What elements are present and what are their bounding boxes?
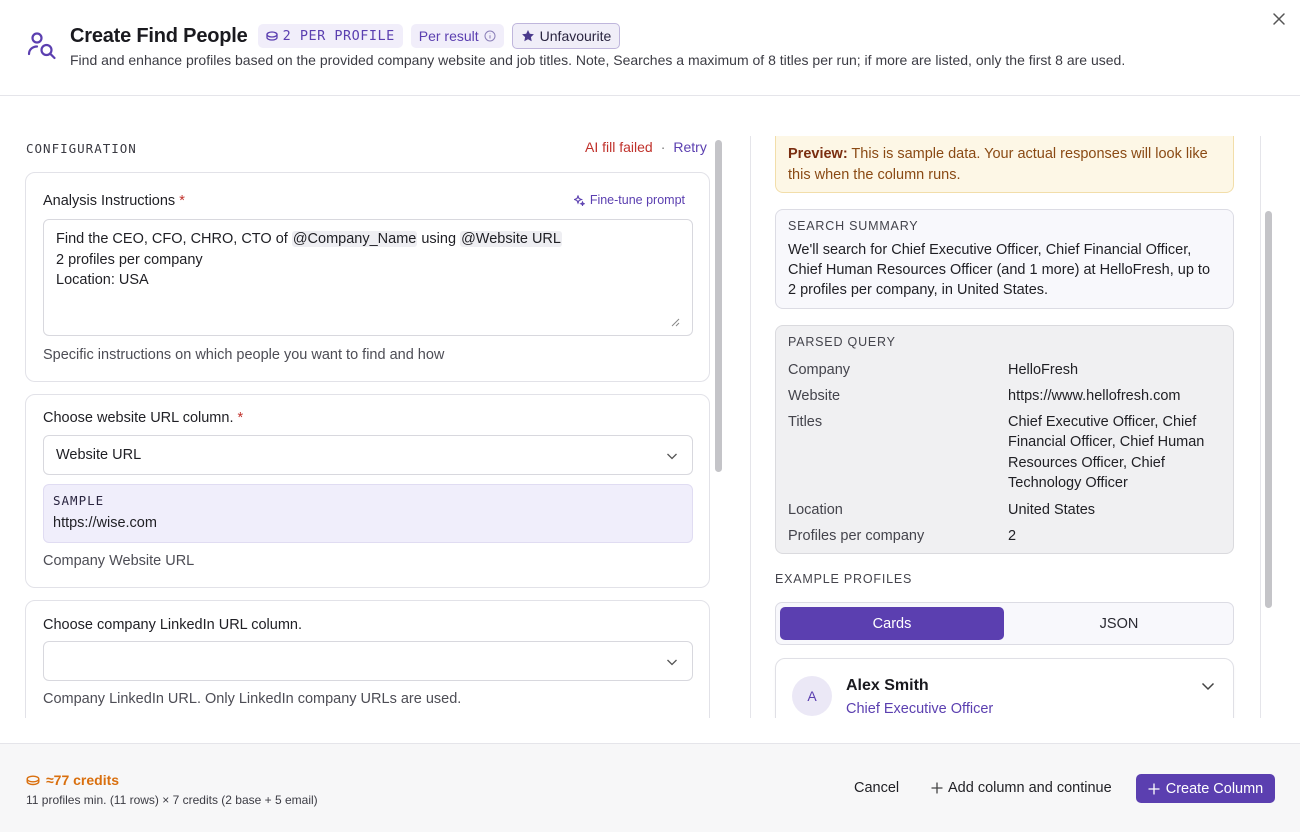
dialog-subtitle: Find and enhance profiles based on the p… <box>70 52 1126 68</box>
instructions-line-1: Find the CEO, CFO, CHRO, CTO of @Company… <box>56 229 680 250</box>
website-url-select[interactable]: Website URL <box>43 435 693 475</box>
fine-tune-prompt-label: Fine-tune prompt <box>589 193 685 207</box>
coin-icon <box>26 775 40 785</box>
cost-badge: 2 PER PROFILE <box>257 24 403 48</box>
ai-fill-failed-text: AI fill failed <box>585 139 653 155</box>
preview-notice-bold: Preview: <box>788 146 848 162</box>
column-divider <box>1260 136 1261 718</box>
search-summary-text: We'll search for Chief Executive Officer… <box>788 242 1211 298</box>
info-icon <box>484 30 496 42</box>
instructions-text: using <box>417 231 461 247</box>
profile-name: Alex Smith <box>846 677 929 694</box>
status-separator: · <box>660 139 666 155</box>
credits-estimate: ≈77 credits <box>26 772 119 788</box>
analysis-instructions-label: Analysis Instructions * <box>43 193 185 209</box>
analysis-instructions-card: Analysis Instructions * Fine-tune prompt… <box>25 172 710 382</box>
cancel-button[interactable]: Cancel <box>854 780 899 796</box>
company-name-mention: @Company_Name <box>291 231 418 247</box>
website-url-card: Choose website URL column. * Website URL… <box>25 394 710 588</box>
tab-cards[interactable]: Cards <box>780 607 1004 640</box>
sparkle-icon <box>573 194 585 206</box>
sample-preview: SAMPLE https://wise.com <box>43 484 693 543</box>
parsed-key: Titles <box>788 414 823 430</box>
required-mark: * <box>237 410 244 426</box>
retry-link[interactable]: Retry <box>673 139 706 155</box>
profile-card[interactable]: A Alex Smith Chief Executive Officer <box>775 658 1234 718</box>
unfavourite-label: Unfavourite <box>539 28 612 44</box>
website-url-label-text: Choose website URL column. <box>43 410 234 426</box>
close-icon[interactable] <box>1270 10 1288 28</box>
parsed-key: Company <box>788 362 851 378</box>
parsed-value: https://www.hellofresh.com <box>1008 388 1181 404</box>
configuration-panel: CONFIGURATION AI fill failed · Retry Ana… <box>0 96 724 718</box>
sample-label: SAMPLE <box>53 493 105 508</box>
parsed-key: Location <box>788 502 843 518</box>
instructions-line-3: Location: USA <box>56 272 149 288</box>
chevron-down-icon[interactable] <box>1201 679 1215 693</box>
chevron-down-icon <box>667 659 677 666</box>
add-column-and-continue-button[interactable]: Add column and continue <box>931 780 1112 796</box>
parsed-query: PARSED QUERY Company HelloFresh Website … <box>775 325 1234 554</box>
unfavourite-button[interactable]: Unfavourite <box>511 23 621 49</box>
search-summary: SEARCH SUMMARY We'll search for Chief Ex… <box>775 209 1234 309</box>
analysis-instructions-label-text: Analysis Instructions <box>43 193 176 209</box>
website-url-selected: Website URL <box>56 447 142 463</box>
per-result-badge[interactable]: Per result <box>410 24 504 48</box>
plus-icon <box>1148 782 1160 795</box>
credits-label: ≈77 credits <box>46 772 120 788</box>
ai-fill-status: AI fill failed · Retry <box>585 139 707 155</box>
tab-json[interactable]: JSON <box>1008 607 1230 640</box>
cost-badge-label: 2 PER PROFILE <box>282 28 395 44</box>
chevron-down-icon <box>667 453 677 460</box>
preview-notice-text: This is sample data. Your actual respons… <box>788 146 1208 183</box>
parsed-key: Website <box>788 388 841 404</box>
analysis-instructions-help: Specific instructions on which people yo… <box>43 347 445 363</box>
fine-tune-prompt-button[interactable]: Fine-tune prompt <box>573 193 685 207</box>
per-result-label: Per result <box>418 28 479 44</box>
dialog-header: Create Find People 2 PER PROFILE Per res… <box>0 0 1300 96</box>
website-url-mention: @Website URL <box>460 231 562 247</box>
star-icon <box>521 30 534 42</box>
parsed-value: United States <box>1008 502 1096 518</box>
resize-handle-icon[interactable] <box>671 318 680 327</box>
example-profiles-heading: EXAMPLE PROFILES <box>775 572 913 586</box>
parsed-query-heading: PARSED QUERY <box>788 335 896 349</box>
parsed-value: Chief Executive Officer, Chief Financial… <box>1008 414 1205 491</box>
find-people-icon <box>27 32 56 60</box>
linkedin-url-help: Company LinkedIn URL. Only LinkedIn comp… <box>43 691 462 707</box>
parsed-value: 2 <box>1008 528 1017 544</box>
coin-icon <box>265 31 278 41</box>
add-column-label: Add column and continue <box>948 780 1112 796</box>
instructions-text: Find the CEO, CFO, CHRO, CTO of <box>56 231 292 247</box>
configuration-heading: CONFIGURATION <box>26 141 137 156</box>
parsed-value: HelloFresh <box>1008 362 1079 378</box>
view-toggle: Cards JSON <box>775 602 1234 645</box>
sample-value: https://wise.com <box>53 515 157 531</box>
website-url-label: Choose website URL column. * <box>43 410 243 426</box>
right-scrollbar[interactable] <box>1265 211 1272 608</box>
avatar: A <box>792 676 832 716</box>
linkedin-url-label: Choose company LinkedIn URL column. <box>43 617 302 633</box>
credits-detail: 11 profiles min. (11 rows) × 7 credits (… <box>26 793 318 807</box>
create-column-label: Create Column <box>1165 780 1264 797</box>
parsed-key: Profiles per company <box>788 528 925 544</box>
left-scrollbar[interactable] <box>715 140 722 472</box>
preview-notice: Preview: This is sample data. Your actua… <box>775 136 1234 193</box>
analysis-instructions-input[interactable]: Find the CEO, CFO, CHRO, CTO of @Company… <box>43 219 693 336</box>
linkedin-url-select[interactable] <box>43 641 693 681</box>
linkedin-url-card: Choose company LinkedIn URL column. Comp… <box>25 600 710 718</box>
search-summary-heading: SEARCH SUMMARY <box>788 219 919 233</box>
dialog-title: Create Find People <box>70 24 248 47</box>
dialog-footer: ≈77 credits 11 profiles min. (11 rows) ×… <box>0 743 1300 832</box>
instructions-line-2: 2 profiles per company <box>56 251 203 268</box>
profile-role: Chief Executive Officer <box>846 701 994 717</box>
create-column-button[interactable]: Create Column <box>1136 774 1275 803</box>
preview-panel: Preview: This is sample data. Your actua… <box>751 136 1260 718</box>
plus-icon <box>931 782 943 794</box>
required-mark: * <box>179 193 185 209</box>
website-url-help: Company Website URL <box>43 553 195 569</box>
